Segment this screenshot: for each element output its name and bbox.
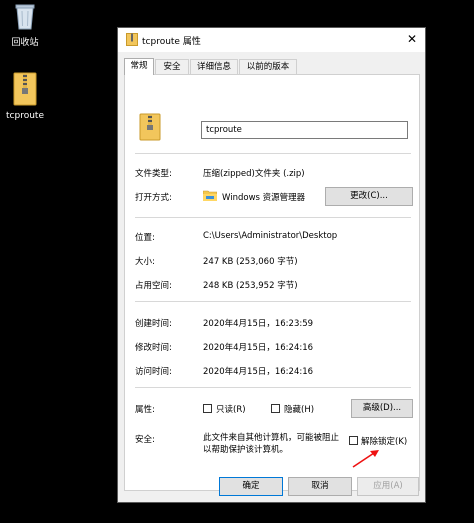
separator: [135, 217, 411, 218]
tcproute-label: tcproute: [6, 111, 44, 121]
opens-with-value: Windows 资源管理器: [222, 193, 306, 203]
separator: [135, 387, 411, 388]
desktop-icon-recycle-bin[interactable]: 回收站: [0, 2, 50, 48]
opens-with-label: 打开方式:: [135, 193, 172, 203]
zip-folder-large-icon: [139, 113, 161, 141]
zip-folder-small-icon: [126, 33, 138, 46]
zip-folder-icon: [13, 72, 37, 106]
filename-input[interactable]: tcproute: [201, 121, 408, 139]
recycle-bin-icon: [15, 4, 35, 30]
cancel-button[interactable]: 取消: [288, 477, 352, 496]
readonly-label[interactable]: 只读(R): [216, 403, 246, 415]
advanced-button[interactable]: 高级(D)...: [351, 399, 413, 418]
close-icon[interactable]: ✕: [407, 32, 417, 46]
tab-general[interactable]: 常规: [124, 58, 154, 75]
modified-value: 2020年4月15日，16:24:16: [203, 343, 314, 353]
dialog-title: tcproute 属性: [142, 37, 201, 47]
file-type-label: 文件类型:: [135, 169, 172, 179]
explorer-folder-icon: [203, 190, 217, 201]
location-value: C:\Users\Administrator\Desktop: [203, 231, 338, 241]
recycle-bin-label: 回收站: [11, 38, 39, 48]
file-type-value: 压缩(zipped)文件夹 (.zip): [203, 169, 305, 179]
accessed-label: 访问时间:: [135, 367, 172, 377]
hidden-checkbox[interactable]: [271, 404, 280, 413]
unblock-label[interactable]: 解除锁定(K): [361, 435, 407, 447]
red-arrow-annotation: [352, 450, 379, 468]
created-label: 创建时间:: [135, 319, 172, 329]
attributes-label: 属性:: [135, 405, 155, 415]
separator: [135, 301, 411, 302]
security-label: 安全:: [135, 435, 155, 445]
unblock-checkbox[interactable]: [349, 436, 358, 445]
tab-details[interactable]: 详细信息: [190, 59, 238, 74]
created-value: 2020年4月15日，16:23:59: [203, 319, 314, 329]
size-label: 大小:: [135, 257, 155, 267]
properties-dialog: tcproute 属性 ✕ 常规 安全 详细信息 以前的版本 tcproute …: [117, 27, 426, 503]
security-text-line1: 此文件来自其他计算机，可能被阻止: [203, 433, 340, 443]
security-text-line2: 以帮助保护该计算机。: [203, 445, 289, 455]
size-on-disk-value: 248 KB (253,952 字节): [203, 281, 298, 291]
ok-button[interactable]: 确定: [219, 477, 283, 496]
hidden-label[interactable]: 隐藏(H): [284, 403, 314, 415]
title-bar[interactable]: tcproute 属性 ✕: [118, 28, 425, 52]
readonly-checkbox[interactable]: [203, 404, 212, 413]
apply-button[interactable]: 应用(A): [357, 477, 419, 496]
desktop-icon-tcproute[interactable]: tcproute: [0, 72, 50, 121]
modified-label: 修改时间:: [135, 343, 172, 353]
location-label: 位置:: [135, 233, 155, 243]
general-panel: tcproute 文件类型: 压缩(zipped)文件夹 (.zip) 打开方式…: [124, 74, 420, 491]
size-on-disk-label: 占用空间:: [135, 281, 172, 291]
tab-security[interactable]: 安全: [155, 59, 189, 74]
separator: [135, 153, 411, 154]
accessed-value: 2020年4月15日，16:24:16: [203, 367, 314, 377]
tab-previous-versions[interactable]: 以前的版本: [239, 59, 297, 74]
change-button[interactable]: 更改(C)...: [325, 187, 413, 206]
size-value: 247 KB (253,060 字节): [203, 257, 298, 267]
